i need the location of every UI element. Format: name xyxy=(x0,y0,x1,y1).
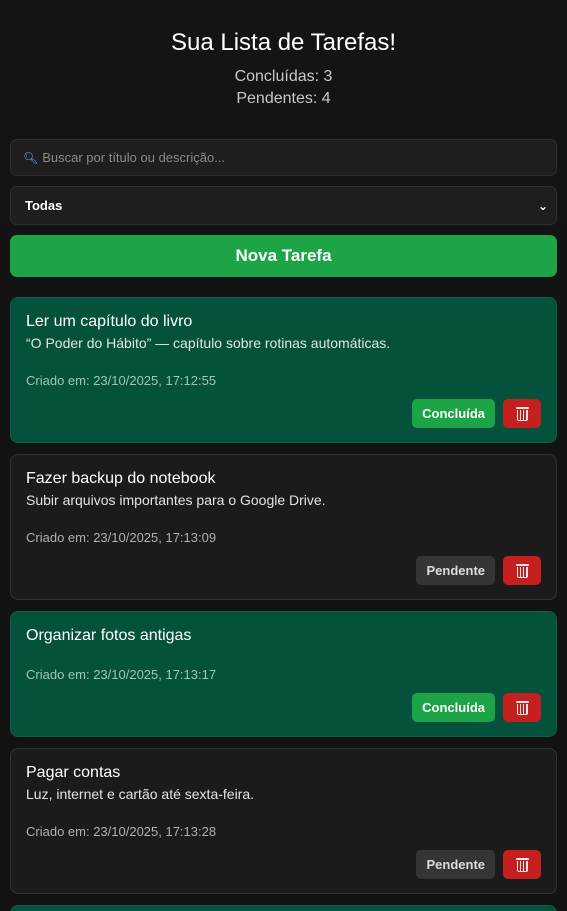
task-title: Ler um capítulo do livro xyxy=(26,313,193,330)
status-toggle-button[interactable]: Concluída xyxy=(412,399,495,428)
page-title: Sua Lista de Tarefas! xyxy=(170,29,397,56)
task-description: “O Poder do Hábito” — capítulo sobre rot… xyxy=(26,335,391,351)
app: Sua Lista de Tarefas! Concluídas: 3 Pend… xyxy=(0,0,567,911)
task-title: Organizar fotos antigas xyxy=(26,627,192,644)
task-actions: Pendente xyxy=(26,556,541,585)
task-created-date: Criado em: 23/10/2025, 17:13:17 xyxy=(26,667,217,682)
header: Sua Lista de Tarefas! Concluídas: 3 Pend… xyxy=(10,0,557,110)
delete-button[interactable] xyxy=(503,693,541,722)
trash-icon xyxy=(515,700,529,715)
task-title: Fazer backup do notebook xyxy=(26,470,216,487)
task-card: Ler um capítulo do livro “O Poder do Hábi… xyxy=(10,297,557,443)
task-description: Luz, internet e cartão até sexta-feira. xyxy=(26,786,255,802)
task-actions: Concluída xyxy=(26,399,541,428)
task-card: Pagar contas Luz, internet e cartão até s… xyxy=(10,748,557,894)
task-card: Caminhar no parque xyxy=(10,905,557,911)
status-toggle-button[interactable]: Concluída xyxy=(412,693,495,722)
task-created-date: Criado em: 23/10/2025, 17:13:09 xyxy=(26,530,217,545)
trash-icon xyxy=(515,857,529,872)
magnifier-icon: 🔍︎ xyxy=(23,150,39,165)
task-actions: Concluída xyxy=(26,693,541,722)
task-created-date: Criado em: 23/10/2025, 17:13:28 xyxy=(26,824,217,839)
status-filter-select[interactable]: Todas ⌄ xyxy=(10,186,557,225)
stats: Concluídas: 3 Pendentes: 4 xyxy=(10,66,557,110)
trash-icon xyxy=(515,563,529,578)
status-toggle-button[interactable]: Pendente xyxy=(416,556,495,585)
delete-button[interactable] xyxy=(503,850,541,879)
status-toggle-button[interactable]: Pendente xyxy=(416,850,495,879)
task-title: Pagar contas xyxy=(26,764,121,781)
filter-selected-value: Todas xyxy=(25,198,63,213)
task-card: Organizar fotos antigas Criado em: 23/10/… xyxy=(10,611,557,737)
pending-count: Pendentes: 4 xyxy=(236,90,331,107)
task-card: Fazer backup do notebook Subir arquivos i… xyxy=(10,454,557,600)
delete-button[interactable] xyxy=(503,556,541,585)
search-input[interactable] xyxy=(42,150,556,165)
search-box[interactable]: 🔍︎ xyxy=(10,139,557,176)
chevron-down-icon: ⌄ xyxy=(537,198,548,213)
done-count: Concluídas: 3 xyxy=(234,68,333,85)
task-created-date: Criado em: 23/10/2025, 17:12:55 xyxy=(26,373,217,388)
task-list: Ler um capítulo do livro “O Poder do Hábi… xyxy=(10,297,557,911)
task-actions: Pendente xyxy=(26,850,541,879)
new-task-button[interactable]: Nova Tarefa xyxy=(10,235,557,277)
delete-button[interactable] xyxy=(503,399,541,428)
trash-icon xyxy=(515,406,529,421)
task-description: Subir arquivos importantes para o Google… xyxy=(26,492,326,508)
